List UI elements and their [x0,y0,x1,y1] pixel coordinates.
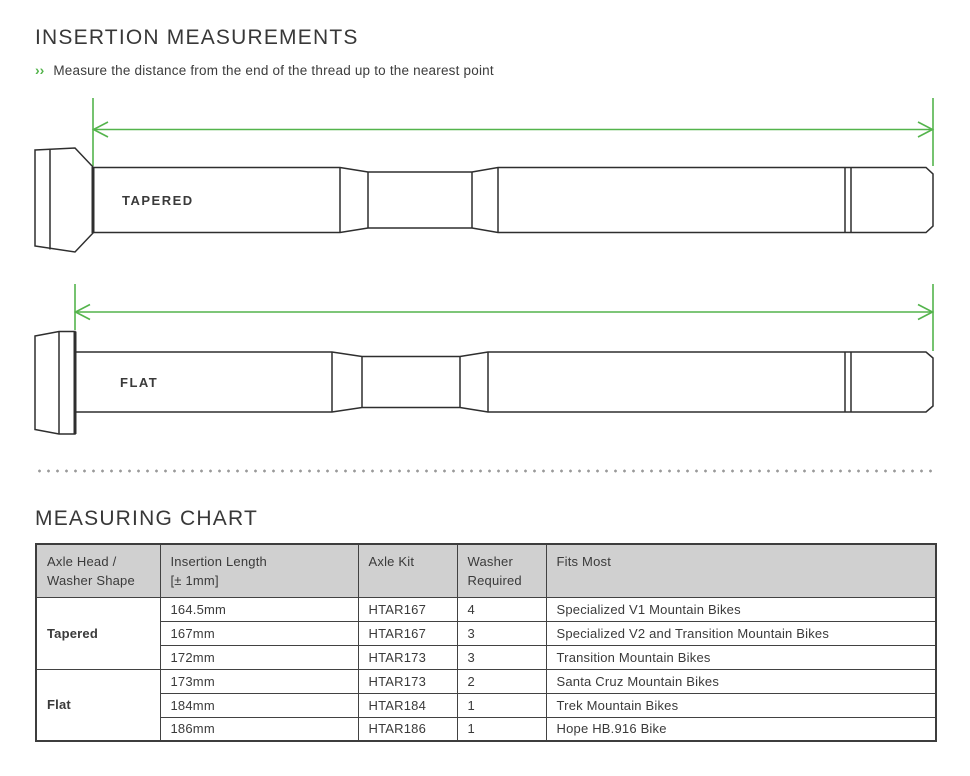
cell-washer-required: 3 [457,621,546,645]
cell-fits-most: Specialized V2 and Transition Mountain B… [546,621,936,645]
header-insertion-length-line1: Insertion Length [171,553,348,572]
measuring-chart-table: Axle Head / Washer Shape Insertion Lengt… [35,543,937,742]
table-row: Tapered 164.5mm HTAR167 4 Specialized V1… [36,597,936,621]
dotted-divider [35,469,937,473]
cell-fits-most: Specialized V1 Mountain Bikes [546,597,936,621]
cell-washer-required: 1 [457,693,546,717]
section-title: MEASURING CHART [35,507,258,531]
table-row: 172mm HTAR173 3 Transition Mountain Bike… [36,645,936,669]
header-axle-head-line1: Axle Head / [47,553,150,572]
cell-fits-most: Trek Mountain Bikes [546,693,936,717]
cell-insertion-length: 173mm [160,669,358,693]
cell-fits-most: Transition Mountain Bikes [546,645,936,669]
cell-insertion-length: 184mm [160,693,358,717]
cell-axle-kit: HTAR186 [358,717,457,741]
cell-fits-most: Santa Cruz Mountain Bikes [546,669,936,693]
flat-axle-drawing [35,332,933,435]
header-fits-most: Fits Most [546,544,936,597]
cell-axle-kit: HTAR173 [358,645,457,669]
header-axle-head-line2: Washer Shape [47,572,150,591]
cell-axle-kit: HTAR167 [358,597,457,621]
cell-axle-kit: HTAR184 [358,693,457,717]
group-label-flat: Flat [36,669,160,741]
table-row: 167mm HTAR167 3 Specialized V2 and Trans… [36,621,936,645]
header-axle-head: Axle Head / Washer Shape [36,544,160,597]
cell-washer-required: 4 [457,597,546,621]
cell-axle-kit: HTAR167 [358,621,457,645]
flat-label: FLAT [120,375,158,390]
header-washer-line1: Washer [468,553,536,572]
header-insertion-length: Insertion Length [± 1mm] [160,544,358,597]
axle-diagram: TAPERED FLAT [0,0,970,460]
cell-washer-required: 1 [457,717,546,741]
table-header-row: Axle Head / Washer Shape Insertion Lengt… [36,544,936,597]
cell-washer-required: 2 [457,669,546,693]
table-row: 186mm HTAR186 1 Hope HB.916 Bike [36,717,936,741]
header-axle-kit: Axle Kit [358,544,457,597]
cell-fits-most: Hope HB.916 Bike [546,717,936,741]
header-washer-required: Washer Required [457,544,546,597]
group-label-tapered: Tapered [36,597,160,669]
cell-washer-required: 3 [457,645,546,669]
tapered-label: TAPERED [122,193,194,208]
cell-axle-kit: HTAR173 [358,669,457,693]
cell-insertion-length: 186mm [160,717,358,741]
table-row: Flat 173mm HTAR173 2 Santa Cruz Mountain… [36,669,936,693]
tapered-dimension-arrow [93,98,933,166]
cell-insertion-length: 172mm [160,645,358,669]
header-washer-line2: Required [468,572,536,591]
header-insertion-length-line2: [± 1mm] [171,572,348,591]
flat-dimension-arrow [75,284,933,351]
insertion-measurements-page: { "header": { "title": "INSERTION MEASUR… [0,0,970,776]
cell-insertion-length: 164.5mm [160,597,358,621]
table-row: 184mm HTAR184 1 Trek Mountain Bikes [36,693,936,717]
cell-insertion-length: 167mm [160,621,358,645]
